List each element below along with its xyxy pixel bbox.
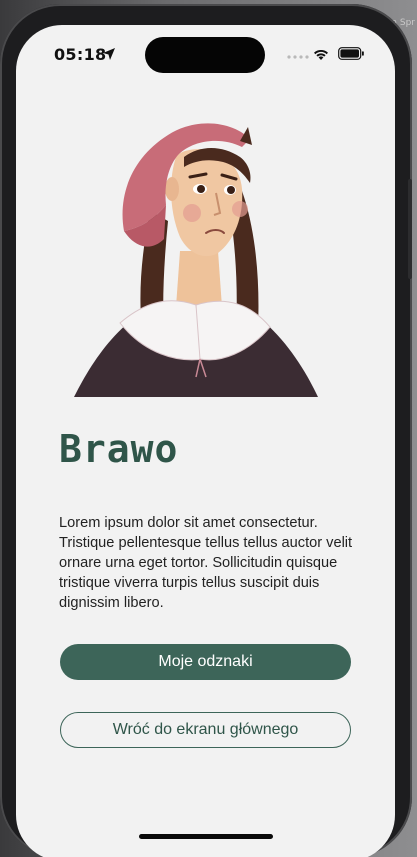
phone-side-button [408, 179, 412, 279]
girl-headscarf-illustration [74, 123, 318, 397]
dynamic-island [145, 37, 265, 73]
back-to-home-button[interactable]: Wróć do ekranu głównego [60, 712, 351, 748]
app-screen: 05:18 Brawo Lorem ipsum dolor sit amet c… [16, 25, 395, 857]
battery-icon [338, 47, 364, 60]
page-title: Brawo [59, 427, 179, 471]
status-bar: 05:18 [16, 25, 395, 79]
cellular-signal-icon [287, 55, 309, 59]
status-time: 05:18 [54, 45, 107, 64]
desktop-background: a Spr 05:18 Brawo Lorem ipsum dolor sit … [0, 0, 417, 857]
my-badges-button[interactable]: Moje odznaki [60, 644, 351, 680]
phone-frame: 05:18 Brawo Lorem ipsum dolor sit amet c… [0, 4, 412, 857]
location-arrow-icon [103, 48, 115, 60]
home-indicator[interactable] [139, 834, 273, 839]
description-text: Lorem ipsum dolor sit amet consectetur. … [59, 515, 353, 611]
wifi-icon [314, 49, 328, 60]
